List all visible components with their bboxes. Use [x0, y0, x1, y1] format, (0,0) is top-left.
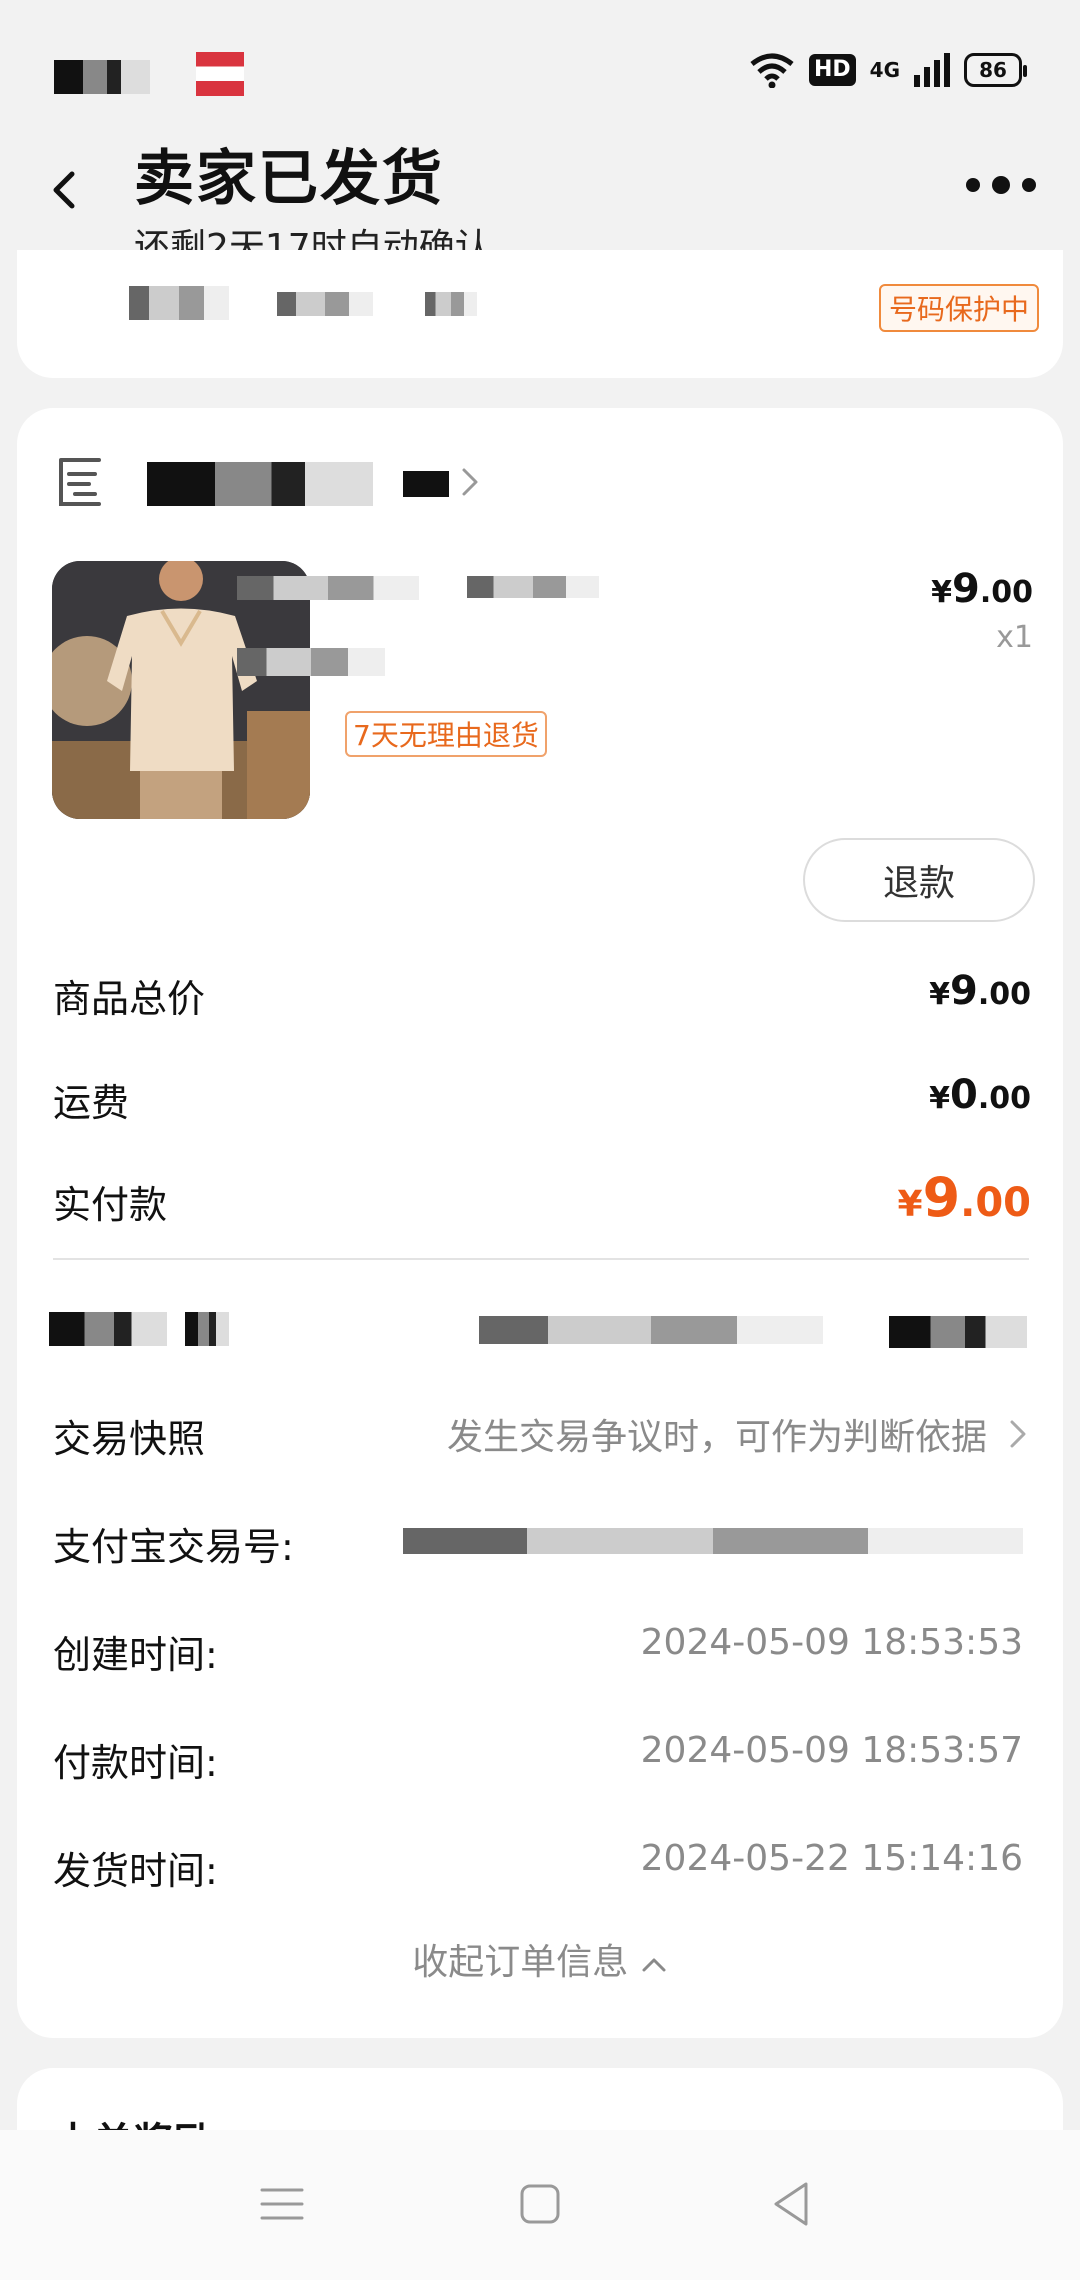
number-protection-badge: 号码保护中: [878, 284, 1039, 332]
chevron-left-icon: [53, 171, 75, 209]
paid-amount-value: ¥9.00: [898, 1166, 1032, 1229]
redacted-phone: [277, 292, 373, 316]
chevron-up-icon: [642, 1958, 666, 1972]
redacted-order-number: [479, 1316, 823, 1344]
menu-icon: [260, 2188, 304, 2220]
home-nav-button[interactable]: [510, 2174, 570, 2234]
currency-symbol: ¥: [931, 575, 952, 610]
price-decimal: .00: [979, 575, 1033, 610]
price-decimal: .00: [960, 1180, 1031, 1226]
shipping-value: ¥0.00: [929, 1072, 1031, 1118]
chevron-right-icon: [459, 465, 481, 503]
redacted-product-title: [467, 576, 599, 598]
more-options-button[interactable]: [966, 176, 1036, 194]
price-integer: 9: [922, 1166, 961, 1229]
battery-icon: 86: [964, 53, 1027, 87]
wifi-icon: [750, 53, 794, 88]
redacted-copy-button[interactable]: [889, 1316, 1027, 1348]
shipping-label: 运费: [53, 1081, 130, 1125]
hd-badge: HD: [808, 54, 856, 86]
redacted-recipient: [129, 286, 229, 320]
trade-snapshot-hint: 发生交易争议时，可作为判断依据: [446, 1417, 987, 1458]
return-policy-tag: 7天无理由退货: [345, 711, 547, 757]
trade-snapshot-label: 交易快照: [53, 1417, 206, 1461]
payment-time-value: 2024-05-09 18:53:57: [640, 1730, 1023, 1771]
collapse-order-info-label: 收起订单信息: [412, 1942, 629, 1983]
goods-total-value: ¥9.00: [929, 968, 1031, 1014]
system-navigation-bar: [0, 2130, 1080, 2280]
menu-nav-button[interactable]: [252, 2174, 312, 2234]
product-quantity: x1: [996, 620, 1033, 655]
price-decimal: .00: [977, 977, 1031, 1012]
redacted-alipay-trade-no: [403, 1528, 1023, 1554]
redacted-product-spec: [237, 648, 385, 676]
divider: [53, 1258, 1029, 1260]
back-nav-button[interactable]: [762, 2174, 822, 2234]
order-card: ¥9.00 x1 7天无理由退货 退款 商品总价 ¥9.00 运费 ¥0.00 …: [17, 408, 1063, 2038]
collapse-order-info-button[interactable]: 收起订单信息: [17, 1933, 1063, 1985]
more-dot: [1022, 178, 1036, 192]
address-card[interactable]: 号码保护中: [17, 250, 1063, 378]
product-price: ¥9.00: [931, 566, 1033, 612]
back-button[interactable]: [44, 160, 84, 220]
triangle-back-icon: [774, 2182, 808, 2226]
redacted-address: [425, 292, 477, 316]
payment-time-label: 付款时间:: [53, 1741, 218, 1785]
goods-total-label: 商品总价: [53, 977, 206, 1021]
shipping-time-label: 发货时间:: [53, 1849, 218, 1893]
price-integer: 9: [952, 566, 980, 612]
trade-snapshot-link[interactable]: 发生交易争议时，可作为判断依据: [447, 1408, 1029, 1460]
created-time-value: 2024-05-09 18:53:53: [640, 1622, 1023, 1663]
chevron-right-icon: [1010, 1420, 1026, 1448]
shop-icon: [55, 454, 105, 514]
redacted-clock: [54, 60, 150, 94]
price-integer: 9: [950, 968, 978, 1014]
price-integer: 0: [950, 1072, 978, 1118]
redacted-order-number-label: [49, 1312, 167, 1346]
shipping-time-value: 2024-05-22 15:14:16: [640, 1838, 1023, 1879]
network-type: 4G: [869, 58, 900, 82]
redacted-order-number-label: [185, 1312, 229, 1346]
currency-symbol: ¥: [897, 1184, 923, 1225]
shop-row[interactable]: [55, 452, 481, 516]
battery-level: 86: [979, 58, 1007, 82]
currency-symbol: ¥: [929, 977, 950, 1012]
price-decimal: .00: [977, 1081, 1031, 1116]
currency-symbol: ¥: [929, 1081, 950, 1116]
created-time-label: 创建时间:: [53, 1633, 218, 1677]
more-dot: [966, 178, 980, 192]
redacted-product-title: [237, 576, 419, 600]
more-dot: [992, 176, 1010, 194]
notification-icon: [196, 52, 244, 96]
alipay-trade-no-label: 支付宝交易号:: [53, 1525, 294, 1569]
refund-button[interactable]: 退款: [803, 838, 1035, 922]
paid-amount-label: 实付款: [53, 1183, 168, 1227]
page-title: 卖家已发货: [134, 144, 444, 214]
signal-icon: [914, 53, 950, 87]
redacted-shop-badge: [403, 471, 449, 497]
redacted-shop-name: [147, 462, 373, 506]
square-icon: [520, 2184, 560, 2224]
